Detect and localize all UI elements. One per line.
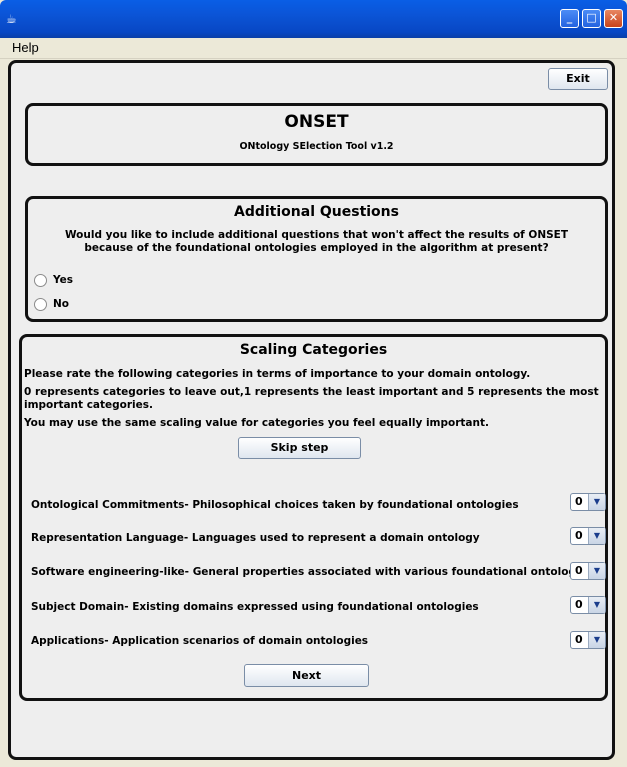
chevron-down-icon: ▼ [588,494,605,510]
app-subtitle: ONtology SElection Tool v1.2 [239,141,394,152]
chevron-down-icon: ▼ [588,563,605,579]
yes-radio-label: Yes [53,274,74,286]
category-scale-select[interactable]: 0 ▼ [570,493,606,511]
instruction-line-2: 0 represents categories to leave out,1 r… [24,386,599,398]
exit-button[interactable]: Exit [548,68,608,90]
category-scale-select[interactable]: 0 ▼ [570,527,606,545]
no-radio[interactable] [34,298,47,311]
close-button[interactable]: ✕ [604,9,623,28]
category-scale-select[interactable]: 0 ▼ [570,596,606,614]
header-panel: ONSET ONtology SElection Tool v1.2 [25,103,608,166]
category-scale-value: 0 [575,564,583,577]
category-scale-value: 0 [575,633,583,646]
title-bar: ☕ _ □ ✕ [0,0,627,38]
menu-help[interactable]: Help [12,40,39,55]
category-scale-value: 0 [575,598,583,611]
category-label-software-engineering: Software engineering-like- General prope… [31,566,593,578]
additional-questions-title: Additional Questions [234,204,399,220]
category-label-applications: Applications- Application scenarios of d… [31,635,369,647]
chevron-down-icon: ▼ [588,597,605,613]
category-scale-value: 0 [575,529,583,542]
minimize-button[interactable]: _ [560,9,579,28]
maximize-button[interactable]: □ [582,9,601,28]
instruction-line-3: important categories. [24,399,154,411]
skip-step-button[interactable]: Skip step [238,437,361,459]
java-app-icon: ☕ [6,12,17,26]
category-label-subject-domain: Subject Domain- Existing domains express… [31,601,479,613]
category-scale-value: 0 [575,495,583,508]
category-label-representation-language: Representation Language- Languages used … [31,532,480,544]
chevron-down-icon: ▼ [588,632,605,648]
app-title: ONSET [284,112,349,132]
scaling-categories-title: Scaling Categories [239,342,388,358]
category-scale-select[interactable]: 0 ▼ [570,562,606,580]
next-button[interactable]: Next [244,664,369,687]
instruction-line-1: Please rate the following categories in … [24,368,531,380]
no-radio-label: No [53,298,70,310]
scaling-categories-panel: Scaling Categories Please rate the follo… [19,334,608,701]
question-text-line1: Would you like to include additional que… [64,229,569,241]
question-text-line2: because of the foundational ontologies e… [84,242,549,254]
instruction-line-4: You may use the same scaling value for c… [24,417,489,429]
menu-bar: Help [0,38,627,59]
category-scale-select[interactable]: 0 ▼ [570,631,606,649]
category-label-ontological-commitments: Ontological Commitments- Philosophical c… [31,499,519,511]
yes-radio[interactable] [34,274,47,287]
main-frame: Exit ONSET ONtology SElection Tool v1.2 … [8,60,615,760]
chevron-down-icon: ▼ [588,528,605,544]
additional-questions-panel: Additional Questions Would you like to i… [25,196,608,322]
